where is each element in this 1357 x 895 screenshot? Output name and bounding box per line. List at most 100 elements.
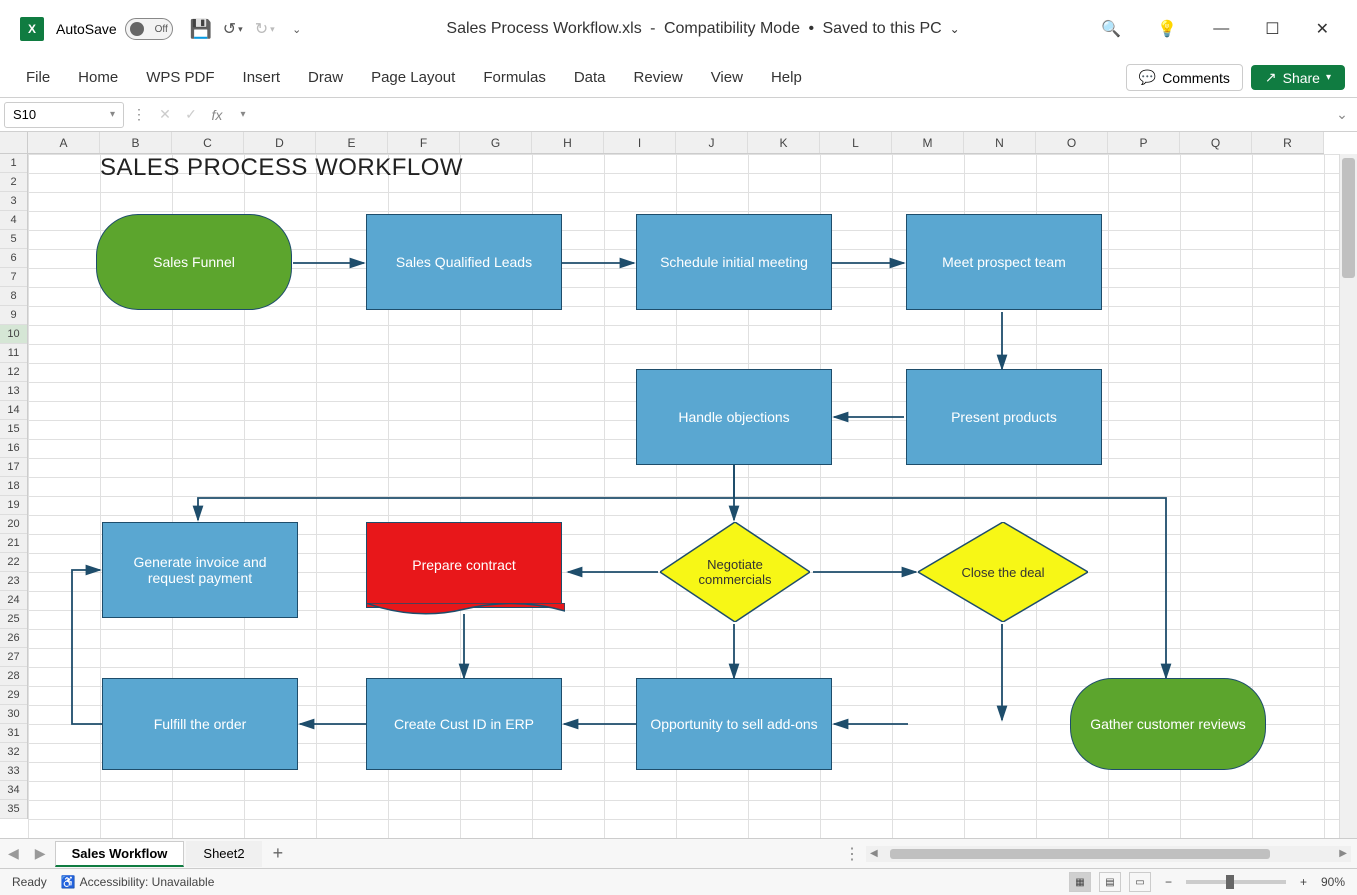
scroll-thumb[interactable] [890, 849, 1270, 859]
tab-insert[interactable]: Insert [229, 61, 295, 94]
worksheet-grid[interactable]: ABCDEFGHIJKLMNOPQR 123456789101112131415… [0, 132, 1357, 838]
row-header-3[interactable]: 3 [0, 192, 27, 211]
row-header-26[interactable]: 26 [0, 629, 27, 648]
lightbulb-icon[interactable]: 💡 [1149, 15, 1185, 43]
fx-icon[interactable]: fx [206, 104, 228, 126]
sheet-tab-sheet2[interactable]: Sheet2 [186, 841, 261, 867]
row-header-7[interactable]: 7 [0, 268, 27, 287]
shape-present-products[interactable]: Present products [906, 369, 1102, 465]
row-header-9[interactable]: 9 [0, 306, 27, 325]
col-header-E[interactable]: E [316, 132, 388, 153]
shape-sales-qualified-leads[interactable]: Sales Qualified Leads [366, 214, 562, 310]
row-header-6[interactable]: 6 [0, 249, 27, 268]
tab-review[interactable]: Review [620, 61, 697, 94]
row-header-16[interactable]: 16 [0, 439, 27, 458]
enter-icon[interactable]: ✓ [180, 104, 202, 126]
tab-help[interactable]: Help [757, 61, 816, 94]
shape-gather-reviews[interactable]: Gather customer reviews [1070, 678, 1266, 770]
sheet-nav-next[interactable]: ▶ [27, 845, 54, 862]
row-header-4[interactable]: 4 [0, 211, 27, 230]
view-normal-button[interactable]: ▦ [1069, 872, 1091, 892]
shape-close-deal[interactable]: Close the deal [918, 522, 1088, 622]
row-header-8[interactable]: 8 [0, 287, 27, 306]
col-header-J[interactable]: J [676, 132, 748, 153]
redo-button[interactable]: ↻▾ [251, 15, 279, 43]
add-sheet-button[interactable]: + [263, 839, 294, 868]
cells-canvas[interactable]: SALES PROCESS WORKFLOW [28, 154, 1339, 838]
chevron-down-icon[interactable]: ▾ [232, 104, 254, 126]
row-header-27[interactable]: 27 [0, 648, 27, 667]
col-header-I[interactable]: I [604, 132, 676, 153]
col-header-A[interactable]: A [28, 132, 100, 153]
scroll-thumb[interactable] [1342, 158, 1355, 278]
col-header-L[interactable]: L [820, 132, 892, 153]
tab-wps-pdf[interactable]: WPS PDF [132, 61, 228, 94]
zoom-out-button[interactable]: − [1159, 875, 1178, 889]
col-header-O[interactable]: O [1036, 132, 1108, 153]
row-header-34[interactable]: 34 [0, 781, 27, 800]
col-header-M[interactable]: M [892, 132, 964, 153]
col-header-B[interactable]: B [100, 132, 172, 153]
close-button[interactable]: ✕ [1308, 15, 1337, 43]
row-header-18[interactable]: 18 [0, 477, 27, 496]
col-header-N[interactable]: N [964, 132, 1036, 153]
row-header-29[interactable]: 29 [0, 686, 27, 705]
shape-prepare-contract[interactable]: Prepare contract [366, 522, 562, 608]
col-header-H[interactable]: H [532, 132, 604, 153]
qat-customize[interactable]: ⌄ [283, 15, 311, 43]
shape-negotiate[interactable]: Negotiate commercials [660, 522, 810, 622]
row-header-25[interactable]: 25 [0, 610, 27, 629]
formula-input[interactable] [258, 102, 1327, 128]
row-header-10[interactable]: 10 [0, 325, 27, 344]
cancel-icon[interactable]: ✕ [154, 104, 176, 126]
row-header-22[interactable]: 22 [0, 553, 27, 572]
zoom-slider[interactable] [1186, 880, 1286, 884]
vertical-scrollbar[interactable] [1339, 154, 1357, 838]
row-header-33[interactable]: 33 [0, 762, 27, 781]
tab-formulas[interactable]: Formulas [469, 61, 560, 94]
shape-fulfill-order[interactable]: Fulfill the order [102, 678, 298, 770]
row-header-1[interactable]: 1 [0, 154, 27, 173]
scroll-right-icon[interactable]: ▶ [1335, 848, 1351, 859]
tab-home[interactable]: Home [64, 61, 132, 94]
col-header-C[interactable]: C [172, 132, 244, 153]
tab-page-layout[interactable]: Page Layout [357, 61, 469, 94]
row-header-2[interactable]: 2 [0, 173, 27, 192]
tab-view[interactable]: View [697, 61, 757, 94]
autosave-toggle[interactable]: Off [125, 18, 173, 40]
shape-generate-invoice[interactable]: Generate invoice and request payment [102, 522, 298, 618]
row-header-13[interactable]: 13 [0, 382, 27, 401]
row-header-30[interactable]: 30 [0, 705, 27, 724]
undo-button[interactable]: ↺▾ [219, 15, 247, 43]
comments-button[interactable]: 💬 Comments [1126, 64, 1243, 91]
maximize-button[interactable]: ☐ [1257, 15, 1287, 43]
row-header-20[interactable]: 20 [0, 515, 27, 534]
col-header-F[interactable]: F [388, 132, 460, 153]
shape-create-cust-id[interactable]: Create Cust ID in ERP [366, 678, 562, 770]
search-icon[interactable]: 🔍 [1093, 15, 1129, 43]
col-header-R[interactable]: R [1252, 132, 1324, 153]
tab-draw[interactable]: Draw [294, 61, 357, 94]
horizontal-scrollbar[interactable]: ◀ ▶ [866, 846, 1351, 862]
save-button[interactable]: 💾 [187, 15, 215, 43]
col-header-P[interactable]: P [1108, 132, 1180, 153]
row-header-5[interactable]: 5 [0, 230, 27, 249]
zoom-knob[interactable] [1226, 875, 1234, 889]
row-header-23[interactable]: 23 [0, 572, 27, 591]
col-header-K[interactable]: K [748, 132, 820, 153]
tab-file[interactable]: File [12, 61, 64, 94]
shape-sales-funnel[interactable]: Sales Funnel [96, 214, 292, 310]
sheet-nav-prev[interactable]: ◀ [0, 845, 27, 862]
chevron-down-icon[interactable]: ⌄ [950, 22, 960, 36]
select-all-button[interactable] [0, 132, 28, 154]
row-header-14[interactable]: 14 [0, 401, 27, 420]
accessibility-status[interactable]: ♿ Accessibility: Unavailable [61, 875, 215, 889]
row-header-17[interactable]: 17 [0, 458, 27, 477]
row-header-21[interactable]: 21 [0, 534, 27, 553]
row-header-24[interactable]: 24 [0, 591, 27, 610]
tab-data[interactable]: Data [560, 61, 620, 94]
row-header-15[interactable]: 15 [0, 420, 27, 439]
shape-meet-prospect[interactable]: Meet prospect team [906, 214, 1102, 310]
share-button[interactable]: ↗ Share ▾ [1251, 65, 1345, 90]
shape-schedule-meeting[interactable]: Schedule initial meeting [636, 214, 832, 310]
